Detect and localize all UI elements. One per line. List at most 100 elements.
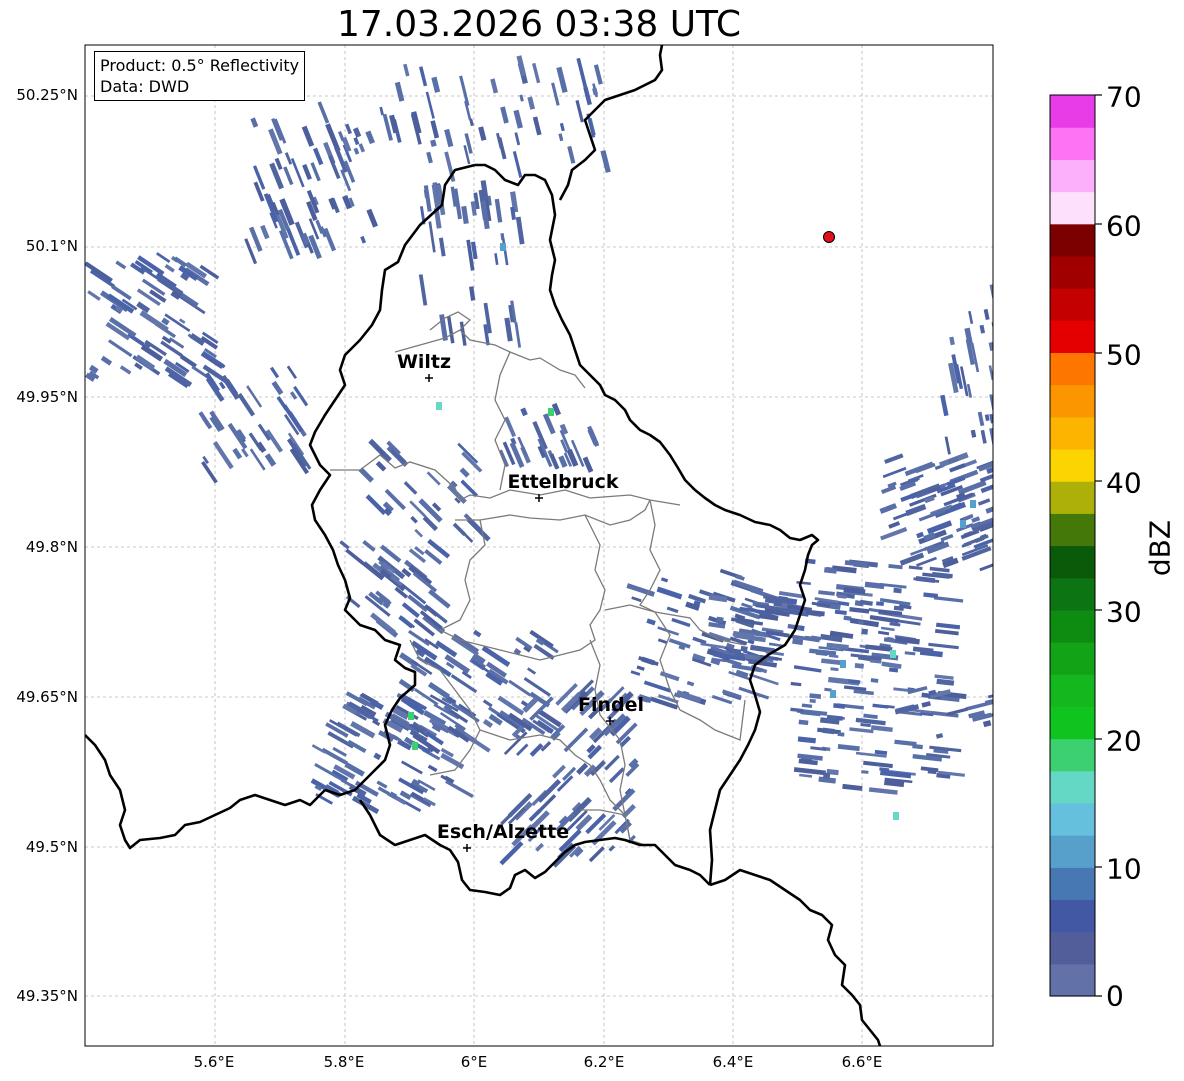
echo-streak xyxy=(470,241,478,260)
echo-streak xyxy=(716,616,724,623)
echo-streak xyxy=(936,678,955,686)
colorbar-swatch xyxy=(1050,931,1095,965)
echo-streak xyxy=(980,429,987,444)
colorbar-tick-label: 70 xyxy=(1106,80,1142,114)
map-background xyxy=(85,45,993,1046)
echo-streak xyxy=(790,681,802,687)
echo-streak xyxy=(809,648,837,656)
echo-streak xyxy=(879,767,890,772)
echo-streak xyxy=(824,567,837,574)
colorbar-tick-label: 0 xyxy=(1106,979,1124,1013)
echo-streak xyxy=(971,516,981,523)
echo-streak xyxy=(527,96,536,110)
echo-cell xyxy=(436,402,442,410)
echo-streak xyxy=(735,669,749,679)
echo-streak xyxy=(682,690,690,696)
echo-cell xyxy=(830,690,836,698)
echo-streak xyxy=(519,94,524,102)
echo-streak xyxy=(360,235,367,244)
colorbar-swatch xyxy=(1050,835,1095,868)
echo-streak xyxy=(889,622,901,627)
echo-streak xyxy=(740,645,748,652)
echo-streak xyxy=(822,727,835,735)
echo-streak xyxy=(790,707,804,713)
echo-streak xyxy=(928,689,937,696)
echo-streak xyxy=(854,663,864,669)
echo-cell xyxy=(500,243,506,251)
echo-cell xyxy=(890,650,896,658)
colorbar-swatch xyxy=(1050,191,1095,225)
echo-streak xyxy=(863,713,878,719)
echo-streak xyxy=(935,733,944,739)
echo-streak xyxy=(821,658,841,665)
colorbar-swatch xyxy=(1050,352,1095,386)
echo-streak xyxy=(820,717,840,725)
echo-cell xyxy=(548,408,554,416)
echo-streak xyxy=(935,622,961,630)
echo-streak xyxy=(799,773,813,778)
lon-tick-label: 6.4°E xyxy=(712,1053,754,1071)
colorbar-swatch xyxy=(1050,95,1095,128)
colorbar-swatch xyxy=(1050,127,1095,160)
lat-tick-label: 50.25°N xyxy=(16,86,78,104)
echo-streak xyxy=(893,605,904,612)
echo-cell xyxy=(840,660,846,668)
echo-streak xyxy=(143,341,152,348)
echo-streak xyxy=(353,137,360,146)
echo-streak xyxy=(826,642,849,650)
echo-streak xyxy=(912,743,923,750)
echo-streak xyxy=(824,687,832,692)
echo-streak xyxy=(880,770,912,779)
echo-streak xyxy=(916,531,924,539)
echo-streak xyxy=(636,665,645,671)
echo-streak xyxy=(559,122,565,132)
echo-streak xyxy=(860,722,871,728)
echo-streak xyxy=(592,87,599,96)
echo-streak xyxy=(798,719,809,726)
lat-tick-label: 49.65°N xyxy=(16,688,78,706)
colorbar-swatch xyxy=(1050,577,1095,611)
echo-streak xyxy=(426,151,433,164)
echo-streak xyxy=(843,586,866,595)
echo-streak xyxy=(797,753,823,761)
colorbar-swatch xyxy=(1050,867,1095,901)
echo-cell xyxy=(893,812,899,820)
echo-streak xyxy=(646,618,656,626)
echo-streak xyxy=(837,744,860,752)
echo-streak xyxy=(469,118,474,127)
echo-streak xyxy=(787,623,801,631)
product-label: Product: 0.5° Reflectivity xyxy=(100,56,300,75)
radar-site-marker xyxy=(823,231,835,243)
echo-streak xyxy=(758,612,779,621)
colorbar-tick-label: 60 xyxy=(1106,209,1142,243)
colorbar-tick-label: 30 xyxy=(1106,595,1142,629)
echo-streak xyxy=(520,407,528,417)
echo-streak xyxy=(828,654,839,658)
echo-streak xyxy=(558,133,564,142)
echo-streak xyxy=(874,749,888,755)
echo-cell xyxy=(412,742,418,750)
echo-streak xyxy=(861,770,869,774)
echo-streak xyxy=(830,667,839,672)
echo-streak xyxy=(934,629,959,636)
city-label-esch-alzette: Esch/Alzette xyxy=(436,821,570,843)
colorbar-swatch xyxy=(1050,770,1095,804)
echo-streak xyxy=(833,703,846,709)
echo-streak xyxy=(870,725,893,733)
echo-streak xyxy=(875,601,885,607)
lon-tick-label: 6°E xyxy=(460,1053,488,1071)
city-label-findel: Findel xyxy=(577,694,645,716)
echo-streak xyxy=(787,598,798,605)
colorbar-swatch xyxy=(1050,288,1095,321)
echo-streak xyxy=(956,492,966,500)
echo-streak xyxy=(849,607,870,614)
echo-streak xyxy=(949,336,955,346)
echo-streak xyxy=(865,644,893,652)
colorbar xyxy=(1050,95,1095,997)
echo-streak xyxy=(792,638,804,646)
echo-streak xyxy=(835,716,844,721)
colorbar-swatch xyxy=(1050,738,1095,772)
echo-streak xyxy=(893,587,902,594)
colorbar-swatch xyxy=(1050,384,1095,418)
echo-streak xyxy=(927,768,937,775)
